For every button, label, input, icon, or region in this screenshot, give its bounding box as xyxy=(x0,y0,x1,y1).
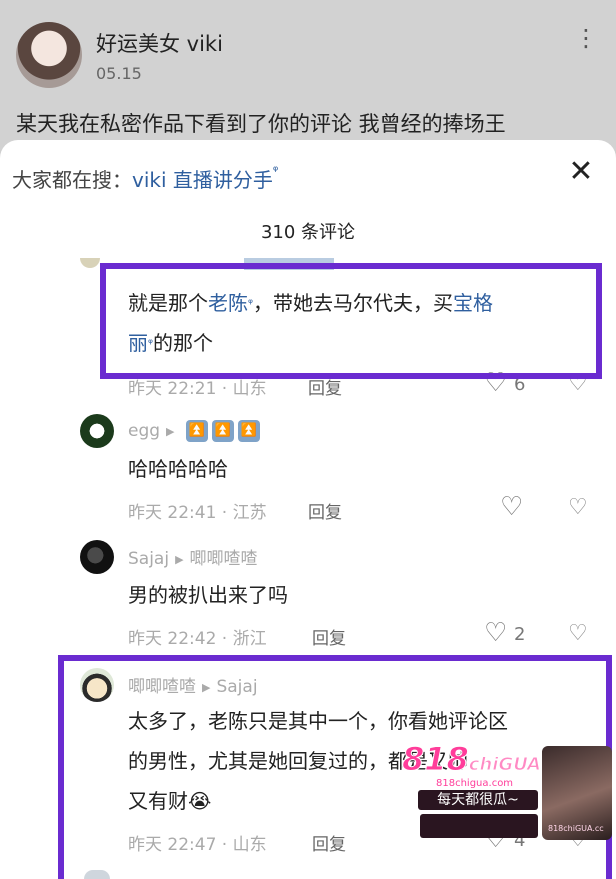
comment-text: 男的被扒出来了吗 xyxy=(128,583,288,607)
ad-logo: 818chiGUA xyxy=(402,740,542,779)
ad-site-text: 818chigua.com xyxy=(436,778,514,789)
level-badge: ⏫ xyxy=(185,420,208,442)
comment-time-location: 昨天 22:42 · 浙江 xyxy=(128,629,267,649)
post-header: 好运美女 viki 05.15 ⋮ 某天我在私密作品下看到了你的评论 我曾经的捧… xyxy=(0,0,616,150)
post-date: 05.15 xyxy=(96,64,142,83)
commenter-name[interactable]: Sajaj xyxy=(128,549,169,569)
ad-photo-label: 818chiGUA.cc xyxy=(548,824,604,833)
search-prefix: 大家都在搜： xyxy=(12,168,132,192)
reply-button[interactable]: 回复 xyxy=(312,624,346,649)
commenter-avatar[interactable] xyxy=(80,414,114,448)
comment-meta: egg ▶ ⏫ ⏫ ⏫ xyxy=(128,420,264,442)
like-icon[interactable]: ♡ xyxy=(500,494,523,520)
trending-search[interactable]: 大家都在搜：viki 直播讲分手ᵠ xyxy=(12,164,278,193)
ad-slogan: 每天都很瓜~ xyxy=(418,790,538,810)
dislike-icon[interactable]: ♡ xyxy=(568,496,588,520)
commenter-avatar[interactable] xyxy=(80,258,100,268)
dislike-icon[interactable]: ♡ xyxy=(568,622,588,646)
watermark-ad[interactable]: 818chiGUA 818chigua.com 每天都很瓜~ 818chiGUA… xyxy=(400,740,612,840)
comment-time-location: 昨天 22:41 · 江苏 xyxy=(128,503,267,523)
arrow-icon: ▶ xyxy=(166,424,175,438)
more-options-icon[interactable]: ⋮ xyxy=(574,26,598,50)
level-badge: ⏫ xyxy=(211,420,234,442)
commenter-avatar[interactable] xyxy=(80,540,114,574)
search-term-link[interactable]: viki 直播讲分手 xyxy=(132,168,273,192)
highlight-box xyxy=(100,263,602,379)
post-text: 某天我在私密作品下看到了你的评论 我曾经的捧场王 xyxy=(16,112,506,136)
ad-banner-strip xyxy=(420,814,538,838)
arrow-icon: ▶ xyxy=(175,552,184,566)
reply-to-name[interactable]: 唧唧喳喳 xyxy=(190,549,258,569)
commenter-name[interactable]: egg xyxy=(128,421,160,441)
comment-count: 310 条评论 xyxy=(260,222,356,243)
like-icon[interactable]: ♡ xyxy=(484,620,507,646)
like-count: 2 xyxy=(514,624,526,645)
search-icon: ᵠ xyxy=(272,164,279,179)
comment-text: 哈哈哈哈哈 xyxy=(128,457,228,481)
level-badge: ⏫ xyxy=(237,420,260,442)
author-avatar[interactable] xyxy=(16,22,82,88)
reply-button[interactable]: 回复 xyxy=(308,498,342,523)
comment-meta: Sajaj ▶ 唧唧喳喳 xyxy=(128,544,258,569)
author-name[interactable]: 好运美女 viki xyxy=(96,28,223,58)
close-icon[interactable]: ✕ xyxy=(566,157,596,187)
